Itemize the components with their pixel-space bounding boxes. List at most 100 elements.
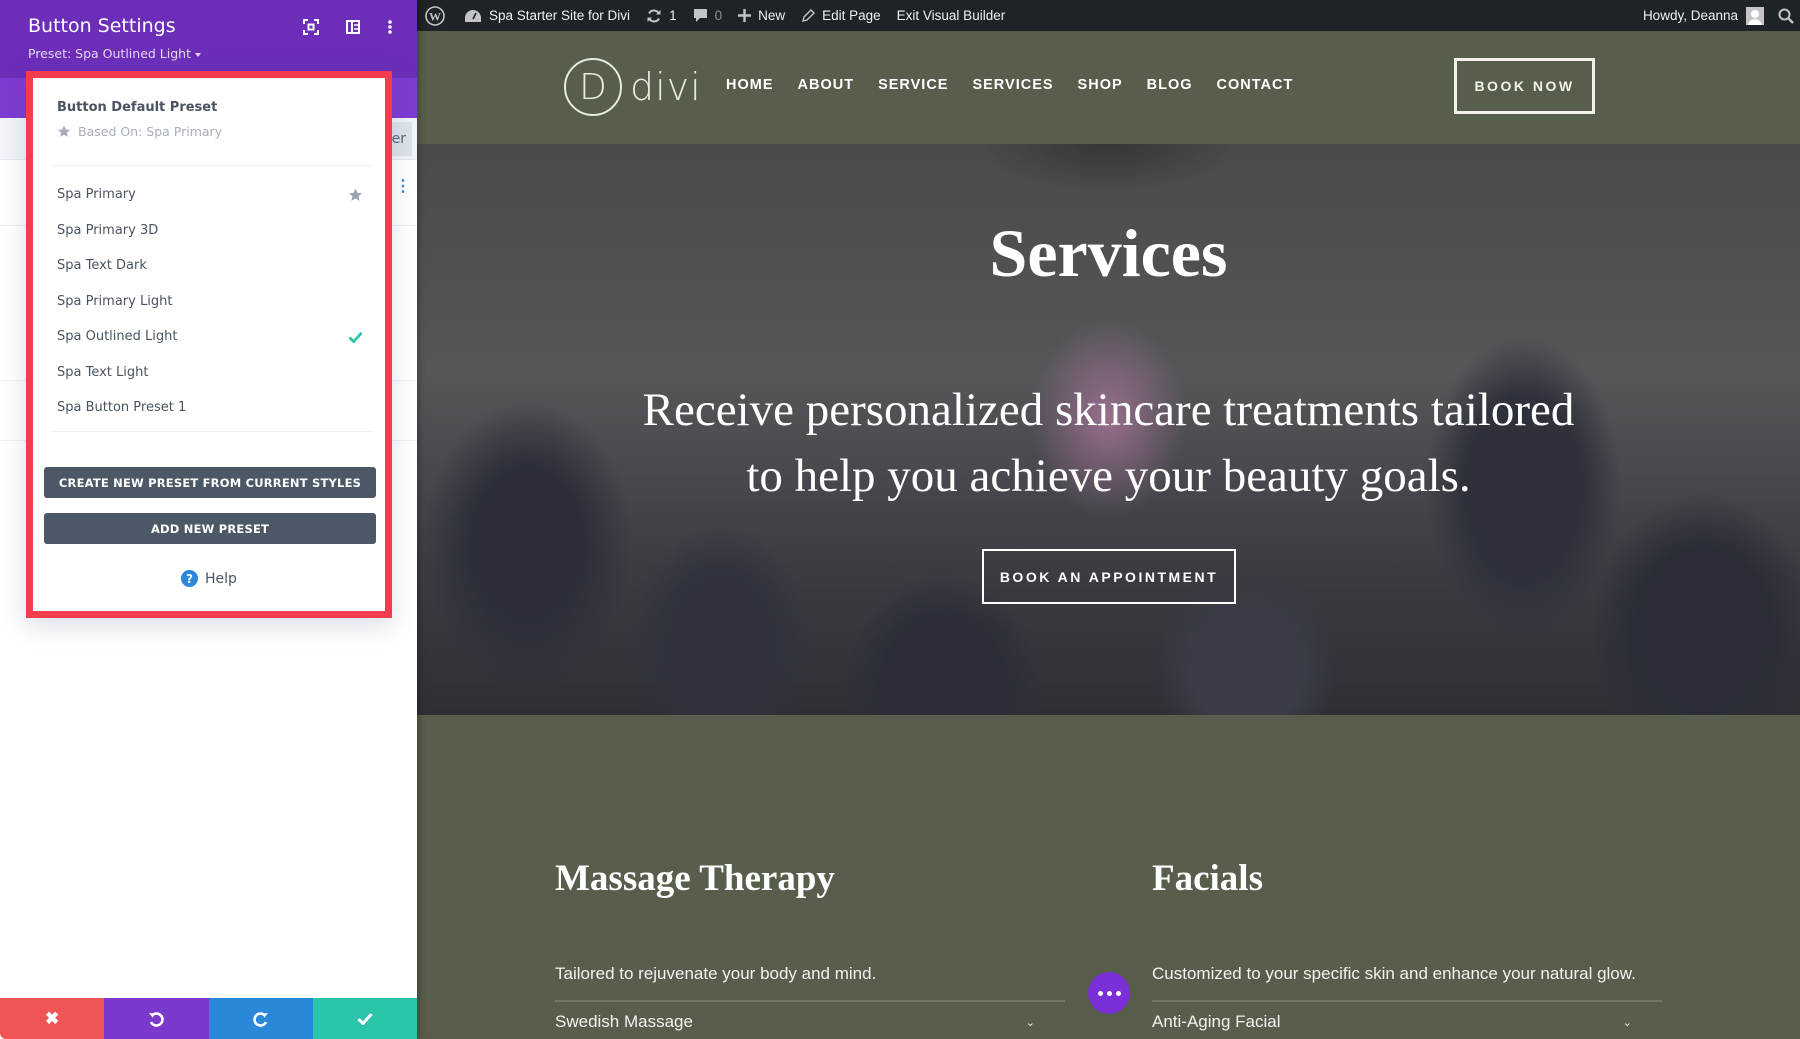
row-options-icon[interactable]: ⋮ — [395, 179, 411, 195]
edit-page-label: Edit Page — [822, 8, 881, 23]
service-title: Massage Therapy — [555, 858, 835, 899]
default-preset[interactable]: Button Default Preset Based On: Spa Prim… — [57, 100, 222, 139]
preset-item[interactable]: Spa Text Dark — [33, 248, 385, 284]
logo-mark: D — [564, 58, 622, 116]
nav-shop[interactable]: SHOP — [1078, 77, 1123, 93]
nav-contact[interactable]: CONTACT — [1217, 77, 1294, 93]
preset-item-label: Spa Primary Light — [57, 293, 173, 309]
nav-home[interactable]: HOME — [726, 77, 774, 93]
site-logo[interactable]: D divi — [564, 58, 702, 116]
service-title: Facials — [1152, 858, 1263, 899]
preset-item-label: Spa Text Light — [57, 364, 149, 380]
preset-item[interactable]: Spa Primary Light — [33, 284, 385, 320]
service-description: Customized to your specific skin and enh… — [1152, 964, 1636, 983]
dot — [1115, 990, 1121, 996]
hero-subtitle-line: Receive personalized skincare treatments… — [642, 384, 1575, 436]
accordion-item[interactable]: Swedish Massage ⌄ — [555, 1012, 1045, 1032]
kebab-menu-icon[interactable] — [381, 18, 399, 36]
updates-count: 1 — [669, 8, 677, 23]
accordion-item-label: Anti-Aging Facial — [1152, 1012, 1281, 1031]
account-area: Howdy, Deanna — [1643, 0, 1794, 31]
book-appointment-button[interactable]: BOOK AN APPOINTMENT — [982, 549, 1236, 604]
preset-item[interactable]: Spa Primary — [33, 177, 385, 213]
user-greeting[interactable]: Howdy, Deanna — [1643, 8, 1738, 23]
accordion-item-label: Swedish Massage — [555, 1012, 693, 1031]
preset-item[interactable]: Spa Primary 3D — [33, 213, 385, 249]
add-new-preset-button[interactable]: ADD NEW PRESET — [44, 513, 376, 544]
preset-item-label: Spa Text Dark — [57, 258, 147, 273]
caret-down-icon — [195, 52, 201, 57]
expand-icon[interactable] — [302, 18, 320, 36]
based-on-row: Based On: Spa Primary — [57, 124, 222, 139]
hero-section: Services Receive personalized skincare t… — [417, 144, 1800, 715]
divider — [555, 1000, 1065, 1002]
chevron-down-icon: ⌄ — [1622, 1017, 1632, 1029]
builder-options-button[interactable] — [1088, 972, 1130, 1014]
redo-icon — [252, 1011, 268, 1027]
plus-icon — [738, 9, 752, 22]
hero-title: Services — [989, 215, 1228, 291]
help-label: Help — [205, 570, 237, 587]
nav-blog[interactable]: BLOG — [1147, 77, 1193, 93]
close-icon: ✖ — [45, 1008, 60, 1028]
help-link[interactable]: ? Help — [33, 570, 385, 587]
hero-subtitle: Receive personalized skincare treatments… — [537, 377, 1680, 509]
pencil-icon — [802, 8, 816, 22]
accordion-item[interactable]: Anti-Aging Facial ⌄ — [1152, 1012, 1642, 1032]
site-name-label: Spa Starter Site for Divi — [489, 8, 631, 23]
hero-subtitle-line: to help you achieve your beauty goals. — [746, 450, 1471, 502]
preset-item[interactable]: Spa Text Light — [33, 355, 385, 391]
comments-count: 0 — [714, 8, 723, 23]
panel-title: Button Settings — [28, 15, 176, 37]
svg-text:W: W — [429, 9, 441, 23]
site-header: D divi HOME ABOUT SERVICE SERVICES SHOP … — [417, 31, 1800, 144]
chevron-down-icon: ⌄ — [1025, 1017, 1035, 1029]
nav-about[interactable]: ABOUT — [798, 77, 855, 93]
panel-header: Button Settings Preset: Spa Outlined Lig… — [0, 0, 417, 78]
book-now-button[interactable]: BOOK NOW — [1454, 58, 1595, 114]
checkmark-icon — [348, 331, 363, 343]
search-icon[interactable] — [1778, 8, 1794, 24]
cancel-button[interactable]: ✖ — [0, 998, 105, 1039]
preset-item-active[interactable]: Spa Outlined Light — [33, 319, 385, 355]
undo-button[interactable] — [104, 998, 209, 1039]
avatar[interactable] — [1746, 6, 1764, 25]
preset-item-label: Spa Outlined Light — [57, 329, 178, 344]
divider — [1152, 1000, 1662, 1002]
wordpress-logo-icon[interactable]: W — [425, 5, 452, 26]
dot — [1106, 990, 1112, 996]
service-description: Tailored to rejuvenate your body and min… — [555, 964, 877, 983]
preset-list: Spa Primary Spa Primary 3D Spa Text Dark… — [33, 177, 385, 426]
wp-admin-bar: W Spa Starter Site for Divi 1 0 New Edit… — [417, 0, 1800, 31]
edit-page-link[interactable]: Edit Page — [801, 8, 881, 23]
preset-item-label: Spa Primary — [57, 187, 136, 202]
logo-text: divi — [630, 65, 702, 109]
new-content-link[interactable]: New — [738, 8, 785, 23]
layout-toggle-icon[interactable] — [344, 18, 362, 36]
site-name-link[interactable]: Spa Starter Site for Divi — [464, 8, 630, 24]
dot — [1097, 990, 1103, 996]
exit-visual-builder-link[interactable]: Exit Visual Builder — [897, 8, 1006, 23]
nav-service[interactable]: SERVICE — [878, 77, 948, 93]
divider — [51, 431, 373, 432]
create-preset-from-styles-button[interactable]: CREATE NEW PRESET FROM CURRENT STYLES — [44, 467, 376, 498]
save-button[interactable] — [312, 998, 417, 1039]
star-icon[interactable] — [348, 188, 363, 202]
refresh-icon — [647, 9, 661, 22]
preset-selector[interactable]: Preset: Spa Outlined Light — [28, 46, 201, 61]
panel-action-bar: ✖ — [0, 998, 417, 1039]
updates-link[interactable]: 1 — [646, 8, 677, 24]
preset-selector-label: Preset: Spa Outlined Light — [28, 46, 191, 61]
help-icon: ? — [181, 570, 199, 587]
new-label: New — [758, 8, 786, 23]
comments-link[interactable]: 0 — [693, 8, 723, 24]
comment-icon — [693, 8, 707, 22]
preset-item-label: Spa Button Preset 1 — [57, 400, 187, 415]
star-icon — [57, 125, 71, 137]
redo-button[interactable] — [208, 998, 313, 1039]
preset-item[interactable]: Spa Button Preset 1 — [33, 390, 385, 426]
based-on-label: Based On: Spa Primary — [78, 124, 223, 139]
dashboard-icon — [465, 9, 481, 22]
preset-dropdown: Button Default Preset Based On: Spa Prim… — [26, 71, 392, 618]
nav-services[interactable]: SERVICES — [972, 77, 1053, 93]
